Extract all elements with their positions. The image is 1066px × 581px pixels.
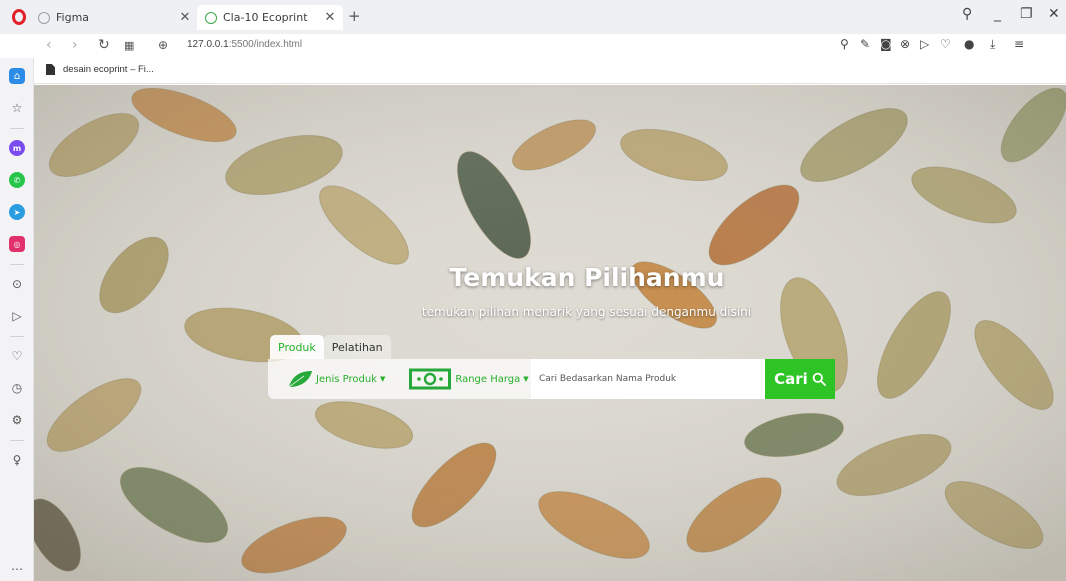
back-icon[interactable]: ‹ bbox=[46, 37, 52, 53]
instagram-icon[interactable]: ◎ bbox=[9, 236, 25, 252]
sidebar-divider bbox=[10, 440, 24, 441]
search-tabs: Produk Pelatihan bbox=[270, 335, 391, 359]
bookmark-star-icon[interactable]: ☆ bbox=[9, 100, 25, 116]
sidebar: ⌂ ☆ m ✆ ➤ ◎ ⊙ ▷ ♡ ◷ ⚙ ♀ … bbox=[0, 58, 34, 581]
search-bar: Jenis Produk ▼ Range Harga ▼ Cari bbox=[268, 359, 835, 399]
send-icon[interactable]: ▷ bbox=[920, 37, 929, 51]
sidebar-divider bbox=[10, 128, 24, 129]
sidebar-divider bbox=[10, 264, 24, 265]
heart-icon[interactable]: ♡ bbox=[9, 348, 25, 364]
cari-button-label: Cari bbox=[774, 370, 808, 388]
tab-figma[interactable]: Figma ✕ bbox=[30, 5, 198, 30]
telegram-icon[interactable]: ➤ bbox=[9, 204, 25, 220]
more-icon[interactable]: … bbox=[9, 558, 25, 574]
tab-pelatihan[interactable]: Pelatihan bbox=[323, 335, 391, 359]
easy-setup-icon[interactable]: ≡ bbox=[1014, 37, 1024, 51]
ecoprint-leaves-background bbox=[34, 85, 1066, 581]
home-icon[interactable]: ⌂ bbox=[9, 68, 25, 84]
bookmarks-bar: desain ecoprint – Fi... bbox=[34, 58, 1066, 84]
block-icon[interactable]: ⊗ bbox=[900, 37, 910, 51]
heart-icon[interactable]: ♡ bbox=[940, 37, 951, 51]
caret-down-icon: ▼ bbox=[379, 375, 386, 383]
filter-area: Jenis Produk ▼ Range Harga ▼ bbox=[268, 359, 531, 399]
tab-bar: Figma ✕ Cla-10 Ecoprint ✕ + ⚲ _ ❐ ✕ bbox=[0, 0, 1066, 34]
document-icon bbox=[46, 64, 55, 75]
edit-icon[interactable]: ✎ bbox=[860, 37, 870, 51]
new-tab-button[interactable]: + bbox=[348, 7, 361, 25]
send-icon[interactable]: ▷ bbox=[9, 308, 25, 324]
player-icon[interactable]: ⊙ bbox=[9, 276, 25, 292]
cari-button[interactable]: Cari bbox=[765, 359, 835, 399]
forward-icon[interactable]: › bbox=[72, 37, 78, 53]
settings-icon[interactable]: ⚙ bbox=[9, 412, 25, 428]
url-host: 127.0.0.1 bbox=[187, 39, 229, 50]
ecoprint-favicon-icon bbox=[205, 11, 217, 24]
range-harga-label: Range Harga bbox=[455, 373, 521, 385]
minimize-icon[interactable]: _ bbox=[994, 6, 1001, 22]
close-icon[interactable]: ✕ bbox=[176, 10, 194, 25]
close-window-icon[interactable]: ✕ bbox=[1048, 6, 1060, 22]
bookmark-label: desain ecoprint – Fi... bbox=[63, 64, 154, 75]
tab-title: Figma bbox=[56, 11, 90, 24]
url-path: :5500/index.html bbox=[228, 39, 303, 50]
money-icon bbox=[409, 368, 452, 390]
lightbulb-icon[interactable]: ♀ bbox=[9, 452, 25, 468]
reload-icon[interactable]: ↻ bbox=[98, 37, 110, 53]
tab-title: Cla-10 Ecoprint bbox=[223, 11, 308, 24]
messenger-icon[interactable]: m bbox=[9, 140, 25, 156]
range-harga-dropdown[interactable]: Range Harga ▼ bbox=[409, 368, 529, 390]
tab-produk[interactable]: Produk bbox=[270, 335, 324, 359]
caret-down-icon: ▼ bbox=[523, 375, 529, 383]
figma-favicon-icon bbox=[38, 11, 50, 24]
opera-logo-icon[interactable] bbox=[12, 9, 26, 25]
leaf-icon bbox=[288, 371, 312, 388]
history-icon[interactable]: ◷ bbox=[9, 380, 25, 396]
hero-title: Temukan Pilihanmu bbox=[449, 263, 725, 292]
speed-dial-icon[interactable]: ▦ bbox=[124, 39, 134, 52]
sidebar-divider bbox=[10, 336, 24, 337]
restore-icon[interactable]: ❐ bbox=[1020, 6, 1033, 22]
site-info-icon[interactable]: ⊕ bbox=[158, 38, 168, 52]
search-input[interactable] bbox=[531, 359, 765, 399]
tab-ecoprint[interactable]: Cla-10 Ecoprint ✕ bbox=[197, 5, 343, 30]
download-icon[interactable]: ⤓ bbox=[990, 37, 995, 52]
tab-search-icon[interactable]: ⚲ bbox=[962, 6, 972, 22]
jenis-produk-label: Jenis Produk bbox=[316, 373, 377, 385]
jenis-produk-dropdown[interactable]: Jenis Produk ▼ bbox=[288, 370, 385, 388]
hero-section: Temukan Pilihanmu temukan pilihan menari… bbox=[34, 85, 1066, 581]
whatsapp-icon[interactable]: ✆ bbox=[9, 172, 25, 188]
camera-icon[interactable]: ◙ bbox=[880, 37, 892, 51]
search-icon bbox=[812, 372, 826, 386]
hero-subtitle: temukan pilihan menarik yang sesuai deng… bbox=[421, 305, 752, 319]
profile-icon[interactable]: ● bbox=[964, 37, 974, 51]
url-field[interactable]: 127.0.0.1:5500/index.html bbox=[187, 39, 302, 50]
close-icon[interactable]: ✕ bbox=[321, 10, 339, 25]
address-bar: ‹ › ↻ ▦ ⊕ 127.0.0.1:5500/index.html ⚲ ✎ … bbox=[34, 34, 1066, 58]
bookmark-desain-ecoprint[interactable]: desain ecoprint – Fi... bbox=[46, 64, 154, 75]
search-page-icon[interactable]: ⚲ bbox=[840, 37, 849, 51]
